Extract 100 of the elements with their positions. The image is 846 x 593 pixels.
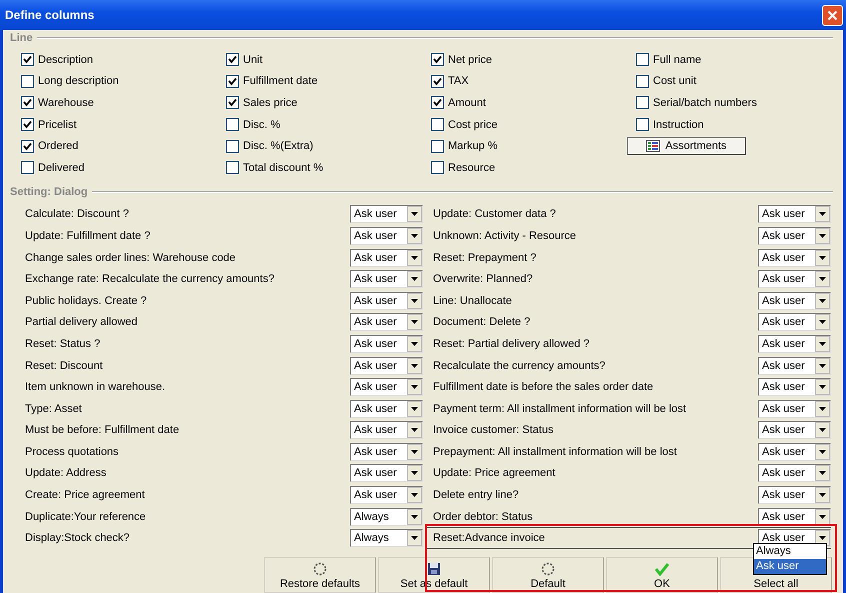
caret-icon: [819, 234, 826, 238]
dropdown[interactable]: Ask user: [758, 464, 831, 482]
setting-label: Public holidays. Create ?: [25, 294, 147, 307]
dropdown[interactable]: Always: [350, 529, 423, 548]
checkbox-label: Delivered: [38, 162, 84, 174]
checkbox[interactable]: [21, 118, 34, 132]
setting-label: Reset: Prepayment ?: [433, 252, 536, 264]
caret-icon: [819, 536, 826, 540]
checkbox-label: TAX: [448, 75, 469, 88]
checkbox-label: Fulfillment date: [243, 75, 318, 88]
caret-icon: [411, 536, 418, 540]
dropdown[interactable]: Ask user: [350, 400, 423, 418]
dropdown[interactable]: Ask user: [350, 313, 423, 332]
caret-icon: [411, 514, 418, 519]
dropdown[interactable]: Ask user: [350, 226, 423, 245]
dialog-button[interactable]: OK: [606, 557, 718, 593]
checkbox[interactable]: [431, 74, 444, 88]
setting-label: Recalculate the currency amounts?: [433, 360, 606, 372]
checkbox-label: Total discount %: [243, 162, 324, 174]
checkbox[interactable]: [431, 96, 444, 110]
caret-icon: [411, 234, 418, 238]
setting-label: Item unknown in warehouse.: [25, 381, 166, 394]
checkbox-label: Serial/batch numbers: [653, 96, 757, 109]
caret-icon: [819, 471, 826, 476]
checkbox[interactable]: [226, 140, 239, 153]
checkbox[interactable]: [21, 96, 34, 110]
checkbox[interactable]: [21, 74, 34, 88]
checkbox[interactable]: [21, 53, 34, 66]
dropdown[interactable]: Ask user: [350, 334, 423, 353]
checkbox[interactable]: [226, 53, 239, 66]
dropdown[interactable]: Ask user: [758, 442, 831, 461]
dialog-button[interactable]: Default: [492, 557, 604, 593]
dropdown[interactable]: Ask user: [758, 378, 831, 396]
caret-icon: [411, 212, 418, 216]
setting-label: Unknown: Activity - Resource: [433, 230, 576, 242]
caret-icon: [411, 342, 418, 346]
setting-label: Update: Address: [25, 467, 106, 480]
checkbox[interactable]: [431, 161, 444, 174]
setting-label: Reset: Partial delivery allowed ?: [433, 338, 590, 350]
caret-icon: [411, 320, 418, 324]
setting-label: Overwrite: Planned?: [433, 273, 533, 286]
dropdown[interactable]: Ask user: [758, 226, 831, 245]
dropdown[interactable]: Ask user: [350, 205, 423, 224]
dropdown[interactable]: Ask user: [350, 378, 423, 396]
setting-label: Calculate: Discount ?: [25, 208, 129, 220]
dropdown[interactable]: Ask user: [758, 205, 831, 224]
dropdown[interactable]: Ask user: [350, 464, 423, 482]
dropdown[interactable]: Ask user: [758, 334, 831, 353]
caret-icon: [411, 256, 418, 260]
dropdown[interactable]: Ask user: [758, 486, 831, 504]
caret-icon: [819, 514, 826, 519]
dropdown[interactable]: Ask user: [350, 248, 423, 267]
checkbox[interactable]: [431, 53, 444, 66]
setting-label: Duplicate:Your reference: [25, 510, 146, 523]
checkbox-label: Disc. %: [243, 118, 280, 131]
dropdown[interactable]: Ask user: [758, 292, 831, 310]
checkbox[interactable]: [636, 53, 649, 66]
dropdown[interactable]: Ask user: [758, 508, 831, 526]
caret-icon: [819, 428, 826, 432]
caret-icon: [819, 493, 826, 498]
checkbox[interactable]: [431, 118, 444, 132]
group-title: Setting: Dialog: [10, 186, 88, 198]
checkbox[interactable]: [636, 118, 649, 132]
setting-label: Order debtor: Status: [433, 510, 533, 523]
dropdown[interactable]: Ask user: [758, 421, 831, 440]
caret-icon: [819, 364, 826, 368]
checkbox-label: Long description: [38, 75, 119, 88]
dropdown[interactable]: Ask user: [758, 248, 831, 267]
dropdown[interactable]: Always: [350, 508, 423, 526]
caret-icon: [411, 277, 418, 282]
dropdown-option[interactable]: Ask user: [754, 559, 826, 574]
setting-label: Document: Delete ?: [433, 316, 530, 328]
checkbox[interactable]: [226, 74, 239, 88]
checkbox[interactable]: [226, 96, 239, 110]
setting-label: Process quotations: [25, 446, 119, 458]
dropdown[interactable]: Ask user: [350, 356, 423, 375]
dropdown[interactable]: Ask user: [350, 486, 423, 504]
checkbox[interactable]: [431, 140, 444, 153]
dropdown[interactable]: Ask user: [350, 421, 423, 440]
checkbox[interactable]: [21, 140, 34, 153]
checkbox[interactable]: [636, 74, 649, 88]
dropdown[interactable]: Ask user: [758, 400, 831, 418]
dropdown[interactable]: Ask user: [350, 292, 423, 310]
checkbox[interactable]: [226, 161, 239, 174]
checkbox[interactable]: [226, 118, 239, 132]
checkbox[interactable]: [636, 96, 649, 110]
setting-label: Change sales order lines: Warehouse code: [25, 252, 236, 264]
checkbox-label: Net price: [448, 54, 492, 66]
dropdown[interactable]: Ask user: [350, 270, 423, 288]
dialog-button[interactable]: Restore defaults: [264, 557, 376, 593]
caret-icon: [819, 256, 826, 260]
checkbox[interactable]: [21, 161, 34, 174]
close-button[interactable]: [822, 4, 843, 26]
dropdown[interactable]: Ask user: [758, 270, 831, 288]
dropdown[interactable]: Ask user: [758, 356, 831, 375]
caret-icon: [819, 385, 826, 390]
assortments-button[interactable]: Assortments: [627, 137, 746, 156]
dropdown[interactable]: Ask user: [350, 442, 423, 461]
dropdown[interactable]: Ask user: [758, 313, 831, 332]
checkbox-label: Amount: [448, 96, 486, 109]
